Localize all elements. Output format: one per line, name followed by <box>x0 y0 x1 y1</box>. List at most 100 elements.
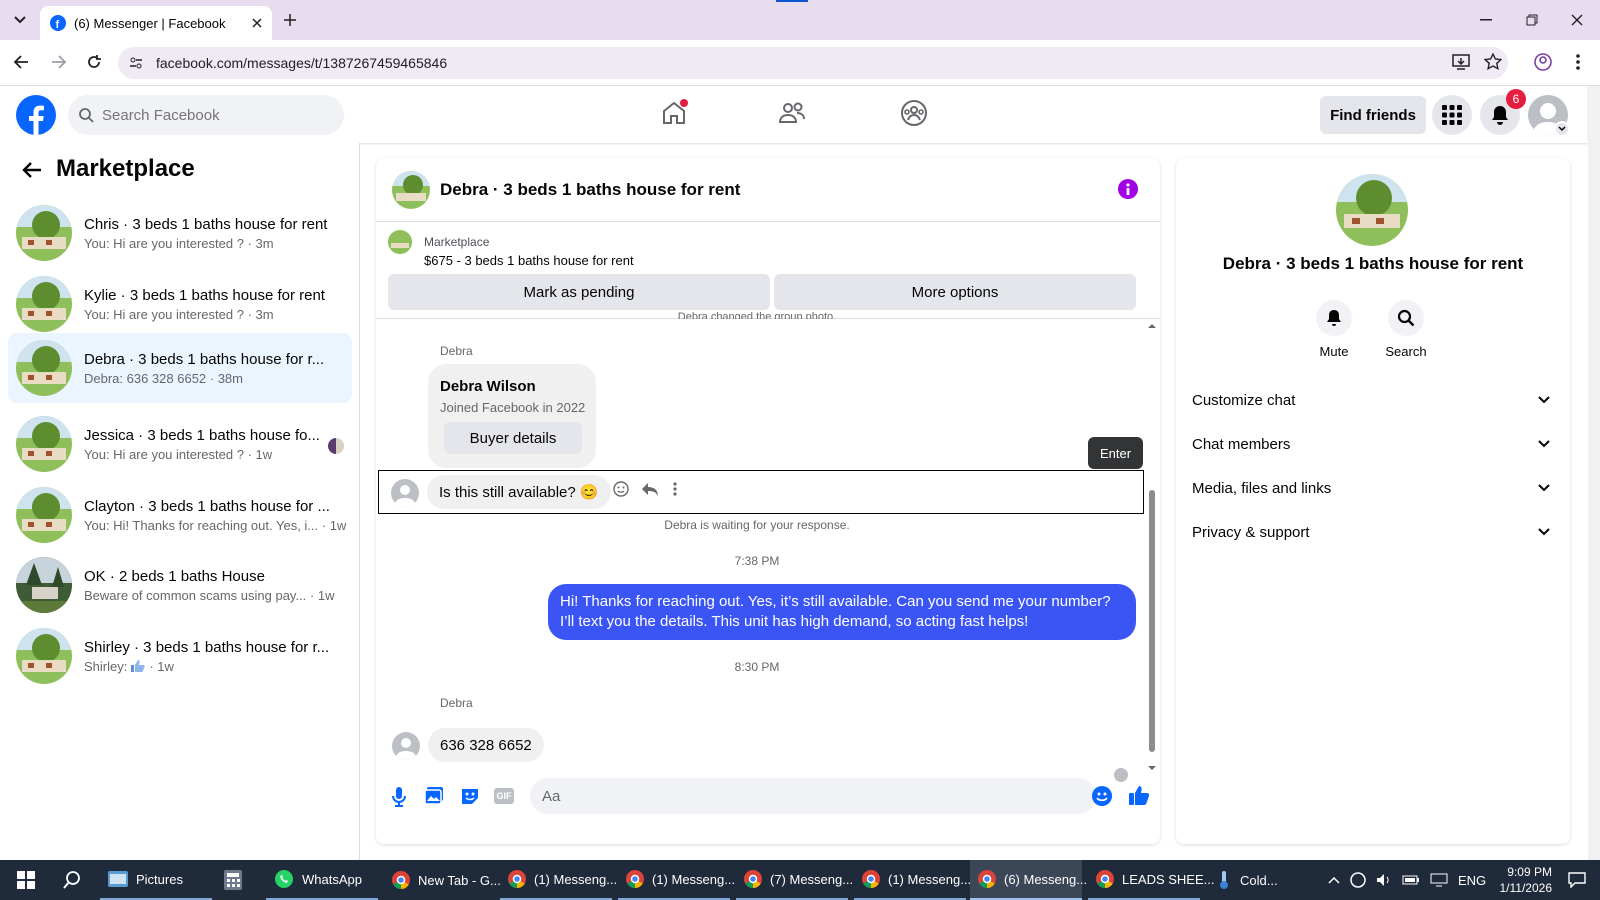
chat-title[interactable]: Debra · 3 beds 1 baths house for rent <box>440 180 740 200</box>
sidebar-title: Marketplace <box>56 155 195 182</box>
taskbar-item-chrome[interactable]: New Tab - G... <box>384 860 501 900</box>
gif-icon[interactable]: GIF <box>494 788 514 804</box>
facebook-search-box[interactable] <box>68 95 344 135</box>
thumbs-up-send-icon[interactable] <box>1128 784 1150 806</box>
reload-icon[interactable] <box>84 52 104 72</box>
back-arrow-icon[interactable] <box>12 52 32 72</box>
more-options-button[interactable]: More options <box>774 274 1136 310</box>
conversation-name: OK · 2 beds 1 baths House <box>84 567 265 585</box>
mark-pending-button[interactable]: Mark as pending <box>388 274 770 310</box>
close-window-icon[interactable] <box>1565 8 1589 32</box>
taskbar-item-messenger-active[interactable]: (6) Messeng... <box>970 860 1087 900</box>
highlighted-message-row[interactable]: Is this still available? 😊 <box>378 470 1144 514</box>
section-label: Chat members <box>1192 435 1291 453</box>
network-icon[interactable] <box>1430 873 1448 887</box>
windows-start-icon[interactable] <box>10 860 42 900</box>
listing-price[interactable]: $675 - 3 beds 1 baths house for rent <box>424 253 634 268</box>
taskbar-item-messenger[interactable]: (1) Messeng... <box>500 860 617 900</box>
conversation-name: Debra · 3 beds 1 baths house for r... <box>84 350 325 368</box>
customize-chat-section[interactable]: Customize chat <box>1192 380 1554 420</box>
bookmark-star-icon[interactable] <box>1484 53 1502 71</box>
browser-menu-icon[interactable] <box>1576 53 1580 71</box>
chat-scrollbar[interactable] <box>1146 320 1158 780</box>
conversation-item[interactable]: Chris · 3 beds 1 baths house for rent You… <box>8 198 352 268</box>
section-label: Customize chat <box>1192 391 1296 409</box>
chat-avatar[interactable] <box>392 170 430 209</box>
conversation-item[interactable]: OK · 2 beds 1 baths House Beware of commo… <box>8 550 352 620</box>
facebook-logo-icon[interactable] <box>16 95 56 135</box>
browser-tab[interactable]: f (6) Messenger | Facebook <box>40 6 272 40</box>
search-input[interactable] <box>102 106 322 124</box>
microphone-icon[interactable] <box>390 786 408 808</box>
taskbar-item-messenger[interactable]: (7) Messeng... <box>736 860 853 900</box>
conversation-avatar[interactable] <box>1336 174 1408 246</box>
new-tab-plus-icon[interactable] <box>280 10 300 30</box>
taskbar-label: (6) Messeng... <box>1004 871 1088 887</box>
sticker-icon[interactable] <box>460 786 480 806</box>
taskbar-weather[interactable]: Cold... <box>1212 860 1312 900</box>
section-label: Privacy & support <box>1192 523 1310 541</box>
close-tab-icon[interactable] <box>252 18 262 28</box>
whatsapp-tray-icon[interactable] <box>1350 872 1366 888</box>
privacy-support-section[interactable]: Privacy & support <box>1192 512 1554 552</box>
friends-icon[interactable] <box>778 99 806 127</box>
sender-avatar <box>392 732 420 760</box>
calculator-icon[interactable] <box>224 860 248 900</box>
conversation-item[interactable]: Jessica · 3 beds 1 baths house fo... You:… <box>8 409 352 479</box>
conversation-item[interactable]: Kylie · 3 beds 1 baths house for rent You… <box>8 269 352 339</box>
restore-icon[interactable] <box>1520 8 1544 32</box>
info-icon[interactable] <box>1118 179 1138 199</box>
buyer-details-button[interactable]: Buyer details <box>444 422 582 454</box>
chat-panel: Debra · 3 beds 1 baths house for rent Ma… <box>376 158 1160 844</box>
taskbar-item-messenger[interactable]: (1) Messeng... <box>854 860 971 900</box>
site-info-icon[interactable] <box>128 55 144 71</box>
clock[interactable]: 9:09 PM 1/11/2026 <box>1474 860 1553 900</box>
taskbar-label: (1) Messeng... <box>534 871 618 887</box>
media-files-section[interactable]: Media, files and links <box>1192 468 1554 508</box>
reply-icon[interactable] <box>641 481 659 497</box>
notification-center-icon[interactable] <box>1564 860 1590 900</box>
notification-badge: 6 <box>1506 89 1526 109</box>
taskbar-search-icon[interactable] <box>56 860 88 900</box>
chevron-up-icon[interactable] <box>1328 876 1340 884</box>
volume-icon[interactable] <box>1376 873 1392 887</box>
install-app-icon[interactable] <box>1452 53 1470 71</box>
conversation-preview: You: Hi are you interested ? · 3m <box>84 235 274 251</box>
chat-header: Debra · 3 beds 1 baths house for rent <box>376 158 1160 222</box>
browser-profile-icon[interactable] <box>1534 53 1552 71</box>
photo-attach-icon[interactable] <box>424 786 444 806</box>
page-scrollbar[interactable] <box>1588 86 1600 860</box>
message-bubble[interactable]: 636 328 6652 <box>428 728 544 762</box>
conversation-item[interactable]: Clayton · 3 beds 1 baths house for ... Yo… <box>8 480 352 550</box>
taskbar-item-messenger[interactable]: (1) Messeng... <box>618 860 735 900</box>
message-composer[interactable]: Aa <box>530 778 1096 814</box>
emoji-picker-icon[interactable] <box>1092 786 1112 806</box>
mute-bell-icon[interactable] <box>1316 300 1352 336</box>
react-emoji-icon[interactable] <box>613 481 629 497</box>
conversation-item-active[interactable]: Debra · 3 beds 1 baths house for r... Deb… <box>8 333 352 403</box>
home-icon[interactable] <box>660 99 688 127</box>
taskbar-item-leads[interactable]: LEADS SHEE... <box>1088 860 1214 900</box>
search-conversation-icon[interactable] <box>1388 300 1424 336</box>
chat-members-section[interactable]: Chat members <box>1192 424 1554 464</box>
address-bar[interactable]: facebook.com/messages/t/1387267459465846 <box>118 47 1508 79</box>
groups-icon[interactable] <box>900 99 928 127</box>
minimize-icon[interactable] <box>1474 8 1498 32</box>
menu-grid-icon[interactable] <box>1432 95 1472 135</box>
message-bubble[interactable]: Is this still available? 😊 <box>427 475 611 509</box>
more-actions-icon[interactable] <box>673 481 677 497</box>
thermometer-icon <box>1216 870 1232 890</box>
battery-icon[interactable] <box>1402 874 1420 886</box>
tab-search-chevron-icon[interactable] <box>8 8 32 32</box>
conversation-item[interactable]: Shirley · 3 beds 1 baths house for r... … <box>8 621 352 691</box>
profile-card: Debra Wilson Joined Facebook in 2022 Buy… <box>428 364 596 468</box>
taskbar-item-pictures[interactable]: Pictures <box>100 860 212 900</box>
conversation-name: Kylie · 3 beds 1 baths house for rent <box>84 286 325 304</box>
windows-taskbar: Pictures WhatsApp New Tab - G... (1) Mes… <box>0 860 1600 900</box>
outgoing-message-bubble[interactable]: Hi! Thanks for reaching out. Yes, it’s s… <box>548 584 1136 640</box>
taskbar-item-whatsapp[interactable]: WhatsApp <box>266 860 378 900</box>
back-arrow-icon[interactable] <box>22 161 42 179</box>
account-chevron-icon[interactable] <box>1554 121 1570 137</box>
forward-arrow-icon[interactable] <box>48 52 68 72</box>
find-friends-button[interactable]: Find friends <box>1320 96 1426 134</box>
